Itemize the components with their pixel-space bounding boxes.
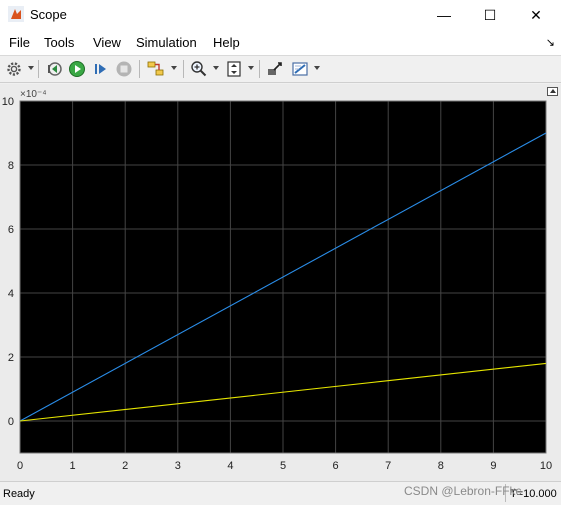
- maximize-button[interactable]: ☐: [467, 0, 513, 30]
- fit-dropdown-icon[interactable]: [248, 66, 254, 70]
- style-icon: [292, 62, 308, 76]
- settings-button[interactable]: [4, 59, 24, 79]
- toolbar: [0, 56, 561, 83]
- close-button[interactable]: ✕: [513, 0, 559, 30]
- signal-dropdown-icon[interactable]: [171, 66, 177, 70]
- run-button[interactable]: [67, 59, 87, 79]
- x-tick-label: 5: [280, 460, 286, 472]
- menu-simulation[interactable]: Simulation: [136, 35, 197, 50]
- toolbar-separator: [38, 60, 39, 78]
- stop-icon: [116, 61, 132, 77]
- x-tick-label: 10: [540, 460, 552, 472]
- y-tick-label: 10: [2, 96, 14, 108]
- scope-display: 0 1 2 3 4 5 6 7 8 9 10 0 2 4 6 8 10 ×10⁻⁴: [0, 84, 561, 481]
- settings-dropdown-icon[interactable]: [28, 66, 34, 70]
- status-text: Ready: [3, 488, 35, 500]
- step-back-button[interactable]: [44, 59, 64, 79]
- minimize-button[interactable]: —: [421, 0, 467, 30]
- highlight-block-icon: [268, 62, 282, 75]
- maximize-icon: ☐: [483, 6, 497, 23]
- fit-axes-icon: [227, 61, 241, 77]
- x-tick-label: 7: [385, 460, 391, 472]
- toolbar-separator: [259, 60, 260, 78]
- minimize-icon: —: [437, 7, 451, 23]
- y-tick-label: 2: [8, 352, 14, 364]
- y-tick-label: 6: [8, 224, 14, 236]
- run-icon: [69, 61, 85, 77]
- toolbar-separator: [183, 60, 184, 78]
- zoom-in-icon: [191, 61, 207, 77]
- x-tick-label: 9: [490, 460, 496, 472]
- step-forward-button[interactable]: [91, 59, 111, 79]
- y-exponent-label: ×10⁻⁴: [20, 89, 47, 100]
- style-dropdown-icon[interactable]: [314, 66, 320, 70]
- signal-selector-button[interactable]: [145, 59, 167, 79]
- highlight-block-button[interactable]: [265, 59, 285, 79]
- x-tick-label: 2: [122, 460, 128, 472]
- close-icon: ✕: [530, 6, 542, 23]
- menu-tools[interactable]: Tools: [44, 35, 74, 50]
- x-tick-label: 1: [70, 460, 76, 472]
- y-tick-label: 8: [8, 160, 14, 172]
- step-back-icon: [48, 62, 62, 76]
- title-bar: Scope — ☐ ✕: [0, 0, 561, 30]
- x-tick-label: 4: [227, 460, 233, 472]
- menu-bar: File Tools View Simulation Help ↘: [0, 30, 561, 56]
- style-button[interactable]: [290, 59, 310, 79]
- zoom-button[interactable]: [189, 59, 209, 79]
- step-forward-icon: [95, 64, 106, 74]
- y-tick-label: 4: [8, 288, 14, 300]
- menu-help[interactable]: Help: [213, 35, 240, 50]
- scope-app-icon: [8, 6, 24, 22]
- window-title: Scope: [30, 7, 67, 22]
- gear-icon: [7, 62, 21, 76]
- watermark: CSDN @Lebron-FFkc: [404, 484, 522, 498]
- plot-canvas[interactable]: 0 1 2 3 4 5 6 7 8 9 10 0 2 4 6 8 10 ×10⁻⁴: [0, 84, 561, 481]
- menu-view[interactable]: View: [93, 35, 121, 50]
- zoom-dropdown-icon[interactable]: [213, 66, 219, 70]
- menu-file[interactable]: File: [9, 35, 30, 50]
- dock-arrow-icon[interactable]: ↘: [546, 36, 555, 49]
- x-tick-label: 6: [333, 460, 339, 472]
- fit-axes-button[interactable]: [224, 59, 244, 79]
- x-tick-label: 8: [438, 460, 444, 472]
- toolbar-separator: [139, 60, 140, 78]
- signal-selector-icon: [147, 61, 164, 76]
- x-tick-label: 0: [17, 460, 23, 472]
- y-tick-label: 0: [8, 416, 14, 428]
- x-tick-label: 3: [175, 460, 181, 472]
- stop-button[interactable]: [114, 59, 134, 79]
